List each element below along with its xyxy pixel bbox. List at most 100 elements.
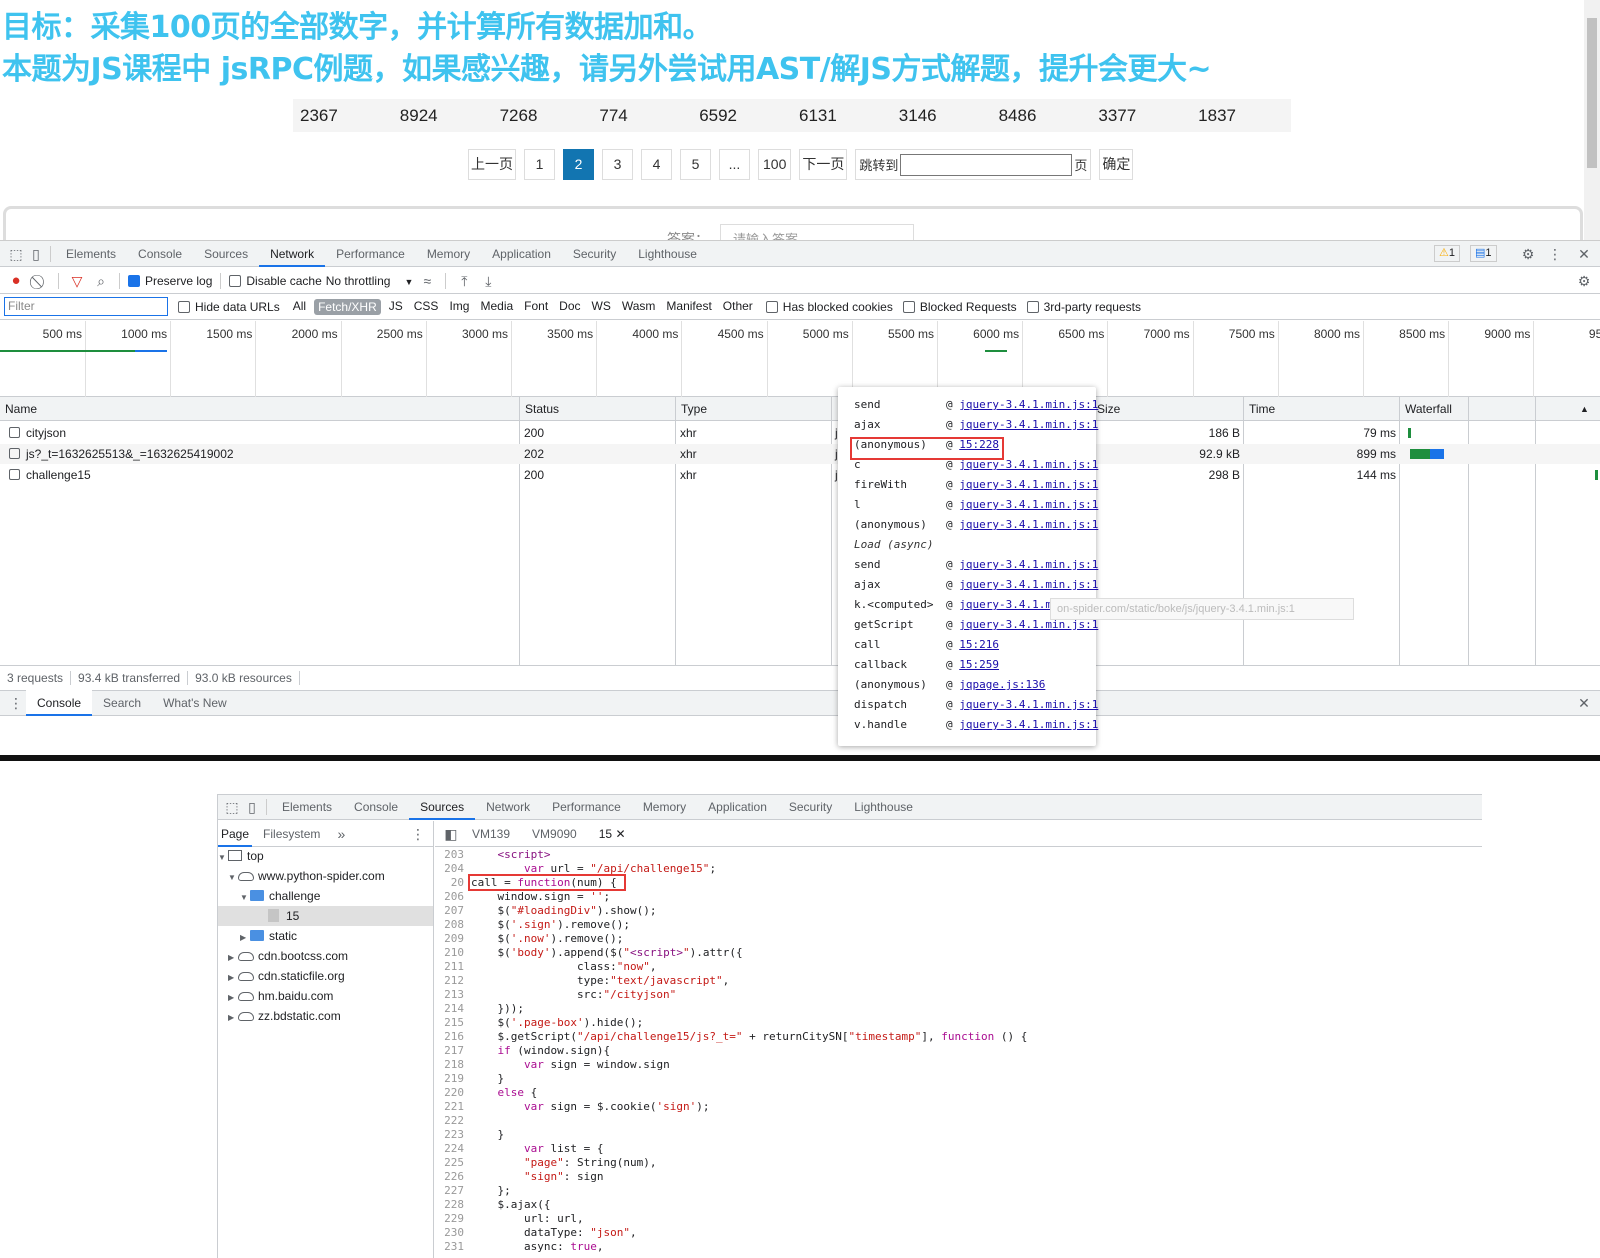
code-line[interactable]: 206 window.sign = ''; xyxy=(435,890,610,904)
tab-security[interactable]: Security xyxy=(778,794,843,820)
filter-manifest[interactable]: Manifest xyxy=(663,299,714,315)
line-number[interactable]: 219 xyxy=(435,1072,471,1086)
callstack-source-link[interactable]: jquery-3.4.1.min.js:1 xyxy=(959,398,1098,411)
page-button-5[interactable]: 5 xyxy=(680,149,711,180)
blocked-requests-checkbox[interactable]: Blocked Requests xyxy=(902,300,1017,314)
blocked-cookies-checkbox[interactable]: Has blocked cookies xyxy=(765,300,893,314)
filter-font[interactable]: Font xyxy=(521,299,551,315)
line-number[interactable]: 229 xyxy=(435,1212,471,1226)
line-number[interactable]: 210 xyxy=(435,946,471,960)
tab-network[interactable]: Network xyxy=(259,241,326,267)
filter-img[interactable]: Img xyxy=(446,299,472,315)
tab-application[interactable]: Application xyxy=(481,241,562,267)
file-tab-vm139[interactable]: VM139 xyxy=(461,821,521,847)
code-line[interactable]: 213 src:"/cityjson" xyxy=(435,988,676,1002)
code-line[interactable]: 209 $('.now').remove(); xyxy=(435,932,623,946)
line-number[interactable]: 213 xyxy=(435,988,471,1002)
callstack-source-link[interactable]: jquery-3.4.1.min.js:1 xyxy=(959,478,1098,491)
close-tab-icon[interactable]: ✕ xyxy=(615,827,625,841)
import-har-icon[interactable]: ⤒ xyxy=(454,271,474,291)
line-number[interactable]: 208 xyxy=(435,918,471,932)
code-line[interactable]: 207 $("#loadingDiv").show(); xyxy=(435,904,656,918)
scrollbar-thumb[interactable] xyxy=(1587,18,1597,168)
filter-input[interactable]: Filter xyxy=(4,297,168,316)
line-number[interactable]: 227 xyxy=(435,1184,471,1198)
line-number[interactable]: 224 xyxy=(435,1142,471,1156)
filter-wasm[interactable]: Wasm xyxy=(619,299,659,315)
line-number[interactable]: 206 xyxy=(435,890,471,904)
tree-host-zz-bdstatic[interactable]: ▶ zz.bdstatic.com xyxy=(228,1006,341,1026)
tab-sources[interactable]: Sources xyxy=(409,794,476,820)
tree-host-cdn-staticfile[interactable]: ▶ cdn.staticfile.org xyxy=(228,966,345,986)
export-har-icon[interactable]: ⤓ xyxy=(478,271,498,291)
file-tab-vm9090[interactable]: VM9090 xyxy=(521,821,588,847)
col-time[interactable]: Time xyxy=(1244,397,1400,421)
settings-gear-icon[interactable]: ⚙ xyxy=(1518,244,1538,264)
filter-media[interactable]: Media xyxy=(477,299,516,315)
code-line[interactable]: 229 url: url, xyxy=(435,1212,583,1226)
next-page-button[interactable]: 下一页 xyxy=(799,149,848,180)
col-waterfall[interactable]: Waterfall ▲ xyxy=(1400,397,1600,421)
drawer-tab-search[interactable]: Search xyxy=(92,690,152,716)
network-conditions-icon[interactable]: ≈ xyxy=(417,271,437,291)
code-editor[interactable]: 203 <script> 204 var url = "/api/challeng… xyxy=(435,846,1482,1258)
tree-file-15[interactable]: 15 xyxy=(218,906,433,926)
tree-folder-challenge[interactable]: ▼ challenge xyxy=(240,886,320,906)
tab-console[interactable]: Console xyxy=(343,794,409,820)
code-line[interactable]: 228 $.ajax({ xyxy=(435,1198,550,1212)
tab-performance[interactable]: Performance xyxy=(325,241,416,267)
code-line[interactable]: 211 class:"now", xyxy=(435,960,656,974)
nav-tab-page[interactable]: Page xyxy=(218,821,253,847)
code-line[interactable]: 216 $.getScript("/api/challenge15/js?_t=… xyxy=(435,1030,1027,1044)
line-number[interactable]: 207 xyxy=(435,904,471,918)
callstack-source-link[interactable]: jquery-3.4.1.min.js:1 xyxy=(959,498,1098,511)
navigator-menu-icon[interactable]: ⋮ xyxy=(408,824,428,844)
row-checkbox[interactable] xyxy=(9,448,20,459)
col-type[interactable]: Type xyxy=(676,397,832,421)
col-status[interactable]: Status xyxy=(520,397,676,421)
tab-network[interactable]: Network xyxy=(475,794,541,820)
network-settings-gear-icon[interactable]: ⚙ xyxy=(1574,271,1594,291)
callstack-source-link[interactable]: 15:259 xyxy=(959,658,999,671)
line-number[interactable]: 20 xyxy=(435,876,471,890)
device-toolbar-icon[interactable]: ▯ xyxy=(26,244,46,264)
line-number[interactable]: 211 xyxy=(435,960,471,974)
callstack-source-link[interactable]: 15:216 xyxy=(959,638,999,651)
page-button-1[interactable]: 1 xyxy=(524,149,555,180)
code-line[interactable]: 219 } xyxy=(435,1072,504,1086)
prev-page-button[interactable]: 上一页 xyxy=(468,149,516,180)
line-number[interactable]: 221 xyxy=(435,1100,471,1114)
toggle-navigator-icon[interactable]: ◧ xyxy=(441,824,461,844)
page-button-2[interactable]: 2 xyxy=(563,149,594,180)
callstack-source-link[interactable]: jquery-3.4.1.min.js:1 xyxy=(959,698,1098,711)
line-number[interactable]: 217 xyxy=(435,1044,471,1058)
row-checkbox[interactable] xyxy=(9,469,20,480)
tree-host-python-spider[interactable]: ▼ www.python-spider.com xyxy=(228,866,385,886)
record-icon[interactable]: ● xyxy=(6,271,26,291)
tree-folder-static[interactable]: ▶ static xyxy=(240,926,297,946)
tab-console[interactable]: Console xyxy=(127,241,193,267)
page-scrollbar[interactable] xyxy=(1584,0,1600,240)
line-number[interactable]: 209 xyxy=(435,932,471,946)
line-number[interactable]: 212 xyxy=(435,974,471,988)
line-number[interactable]: 231 xyxy=(435,1240,471,1254)
callstack-source-link[interactable]: jqpage.js:136 xyxy=(959,678,1045,691)
code-line[interactable]: 230 dataType: "json", xyxy=(435,1226,636,1240)
callstack-source-link[interactable]: jquery-3.4.1.min.js:1 xyxy=(959,418,1098,431)
line-number[interactable]: 214 xyxy=(435,1002,471,1016)
network-overview-timeline[interactable]: 500 ms 1000 ms 1500 ms 2000 ms 2500 ms 3000 m… xyxy=(0,321,1600,397)
code-line[interactable]: 220 else { xyxy=(435,1086,537,1100)
col-size[interactable]: Size xyxy=(1092,397,1244,421)
search-icon[interactable]: ⌕ xyxy=(91,271,111,291)
code-line[interactable]: 210 $('body').append($("<script>").attr(… xyxy=(435,946,742,960)
filter-other[interactable]: Other xyxy=(720,299,756,315)
col-name[interactable]: Name xyxy=(0,397,520,421)
tab-security[interactable]: Security xyxy=(562,241,627,267)
tab-elements[interactable]: Elements xyxy=(55,241,127,267)
drawer-menu-icon[interactable]: ⋮ xyxy=(6,693,26,713)
line-number[interactable]: 222 xyxy=(435,1114,471,1128)
filter-ws[interactable]: WS xyxy=(589,299,614,315)
more-tabs-chevron-icon[interactable]: » xyxy=(331,824,351,844)
jump-page-input[interactable] xyxy=(900,153,1073,176)
tree-host-hm-baidu[interactable]: ▶ hm.baidu.com xyxy=(228,986,333,1006)
